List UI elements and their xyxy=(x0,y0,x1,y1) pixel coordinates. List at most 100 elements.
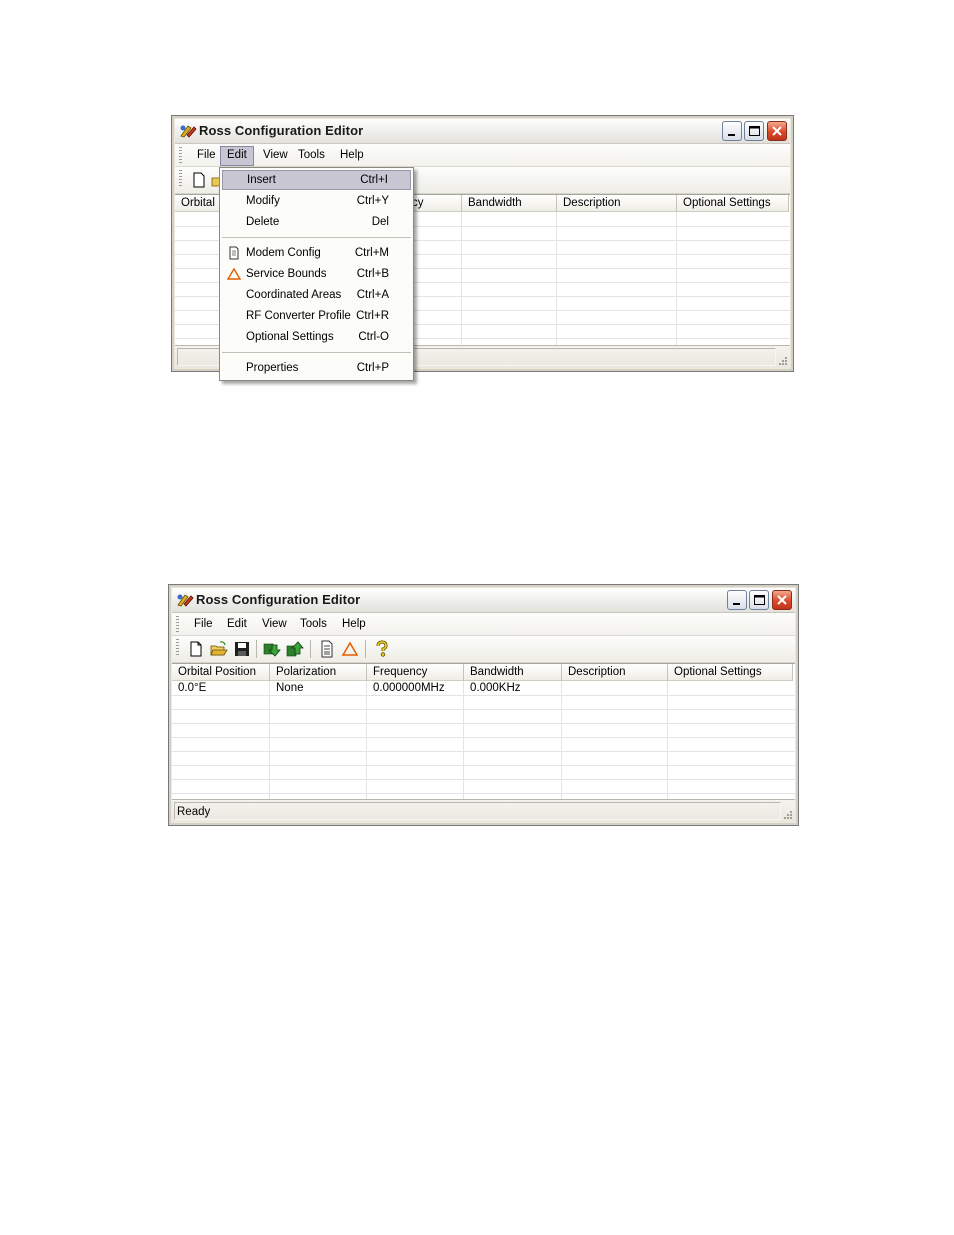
title-bar[interactable]: Ross Configuration Editor xyxy=(172,588,795,613)
column-divider xyxy=(366,681,367,799)
column-header-frequency[interactable]: cy xyxy=(410,195,462,212)
menu-separator xyxy=(222,237,411,238)
new-icon[interactable] xyxy=(187,640,205,658)
column-divider xyxy=(667,681,668,799)
menu-item-properties[interactable]: Properties Ctrl+P xyxy=(222,358,411,378)
cell-frequency: 0.000000MHz xyxy=(373,682,445,694)
menu-item-shortcut: Ctrl+P xyxy=(356,362,389,374)
menu-file[interactable]: File xyxy=(191,146,222,164)
menu-tools[interactable]: Tools xyxy=(294,615,333,633)
cell-description xyxy=(562,681,568,695)
document-icon[interactable] xyxy=(318,640,336,658)
warning-triangle-icon[interactable] xyxy=(341,640,359,658)
maximize-icon xyxy=(749,126,760,136)
status-text: Ready xyxy=(177,806,211,818)
download-icon[interactable] xyxy=(263,640,281,658)
menu-grip[interactable] xyxy=(176,616,179,632)
menu-item-label: Optional Settings xyxy=(246,331,334,343)
menu-view[interactable]: View xyxy=(257,146,294,164)
menu-item-shortcut: Del xyxy=(371,216,389,228)
column-header-bandwidth[interactable]: Bandwidth xyxy=(464,664,562,681)
menu-item-modem-config[interactable]: Modem Config Ctrl+M xyxy=(222,243,411,263)
menu-help[interactable]: Help xyxy=(336,615,372,633)
column-header-description[interactable]: Description xyxy=(557,195,677,212)
maximize-button[interactable] xyxy=(749,590,769,610)
edit-menu-dropdown: Insert Ctrl+I Modify Ctrl+Y Delete Del M… xyxy=(219,167,414,381)
resize-grip-icon[interactable] xyxy=(782,809,793,820)
menu-item-label: Service Bounds xyxy=(246,268,327,280)
menu-separator xyxy=(222,352,411,353)
upload-icon[interactable] xyxy=(286,640,304,658)
column-divider xyxy=(461,212,462,345)
column-header-orbital-position[interactable]: Orbital Position xyxy=(172,664,270,681)
table-row[interactable]: 0.0°E None 0.000000MHz 0.000KHz xyxy=(172,681,795,696)
close-button[interactable] xyxy=(772,590,792,610)
column-header-description[interactable]: Description xyxy=(562,664,668,681)
menu-tools[interactable]: Tools xyxy=(292,146,331,164)
status-panel: Ready xyxy=(174,802,781,820)
title-bar[interactable]: Ross Configuration Editor xyxy=(175,119,790,144)
warning-triangle-icon xyxy=(227,267,241,280)
column-header-optional-settings[interactable]: Optional Settings xyxy=(668,664,793,681)
open-icon[interactable] xyxy=(210,640,228,658)
minimize-icon xyxy=(728,134,735,136)
column-header-optional-settings[interactable]: Optional Settings xyxy=(677,195,789,212)
table-row[interactable] xyxy=(172,723,795,738)
menu-item-shortcut: Ctrl+A xyxy=(356,289,389,301)
table-row[interactable] xyxy=(172,709,795,724)
table-row[interactable] xyxy=(172,695,795,710)
save-icon[interactable] xyxy=(233,640,251,658)
menu-edit[interactable]: Edit xyxy=(221,615,253,633)
close-icon xyxy=(772,126,782,136)
new-icon[interactable] xyxy=(190,171,208,189)
window-title: Ross Configuration Editor xyxy=(196,592,361,607)
status-bar: Ready xyxy=(172,799,795,822)
document-icon xyxy=(229,246,239,260)
menu-grip[interactable] xyxy=(179,147,182,163)
maximize-button[interactable] xyxy=(744,121,764,141)
menu-item-optional-settings[interactable]: Optional Settings Ctrl-O xyxy=(222,327,411,347)
app-icon xyxy=(180,125,197,138)
app-icon xyxy=(177,594,194,607)
help-icon[interactable] xyxy=(373,640,391,658)
maximize-icon xyxy=(754,595,765,605)
menu-file[interactable]: File xyxy=(188,615,219,633)
menu-item-rf-converter-profile[interactable]: RF Converter Profile Ctrl+R xyxy=(222,306,411,326)
toolbar-separator xyxy=(256,640,257,658)
minimize-icon xyxy=(733,603,740,605)
column-header-bandwidth[interactable]: Bandwidth xyxy=(462,195,557,212)
menu-item-label: Coordinated Areas xyxy=(246,289,342,301)
toolbar xyxy=(172,636,795,663)
minimize-button[interactable] xyxy=(722,121,742,141)
menu-help[interactable]: Help xyxy=(334,146,370,164)
column-divider xyxy=(463,681,464,799)
toolbar-grip[interactable] xyxy=(176,639,179,655)
table-row[interactable] xyxy=(172,765,795,780)
table-row[interactable] xyxy=(172,737,795,752)
menu-item-modify[interactable]: Modify Ctrl+Y xyxy=(222,191,411,211)
menu-item-coordinated-areas[interactable]: Coordinated Areas Ctrl+A xyxy=(222,285,411,305)
menu-item-service-bounds[interactable]: Service Bounds Ctrl+B xyxy=(222,264,411,284)
column-divider xyxy=(556,212,557,345)
column-header-polarization[interactable]: Polarization xyxy=(270,664,367,681)
close-button[interactable] xyxy=(767,121,787,141)
minimize-button[interactable] xyxy=(727,590,747,610)
menu-view[interactable]: View xyxy=(256,615,293,633)
close-icon xyxy=(777,595,787,605)
column-header-frequency[interactable]: Frequency xyxy=(367,664,464,681)
menu-item-label: Modem Config xyxy=(246,247,321,259)
menu-item-label: RF Converter Profile xyxy=(246,310,351,322)
window-title: Ross Configuration Editor xyxy=(199,123,364,138)
menu-bar: File Edit View Tools Help xyxy=(172,613,795,636)
menu-edit[interactable]: Edit xyxy=(220,146,254,166)
menu-item-shortcut: Ctrl+M xyxy=(354,247,389,259)
toolbar-grip[interactable] xyxy=(179,170,182,186)
menu-item-insert[interactable]: Insert Ctrl+I xyxy=(222,170,411,190)
table-row[interactable] xyxy=(172,779,795,794)
column-divider xyxy=(269,681,270,799)
menu-bar: File Edit View Tools Help xyxy=(175,144,790,167)
list-view[interactable]: Orbital Position Polarization Frequency … xyxy=(172,663,795,799)
table-row[interactable] xyxy=(172,751,795,766)
menu-item-delete[interactable]: Delete Del xyxy=(222,212,411,232)
resize-grip-icon[interactable] xyxy=(777,355,788,366)
